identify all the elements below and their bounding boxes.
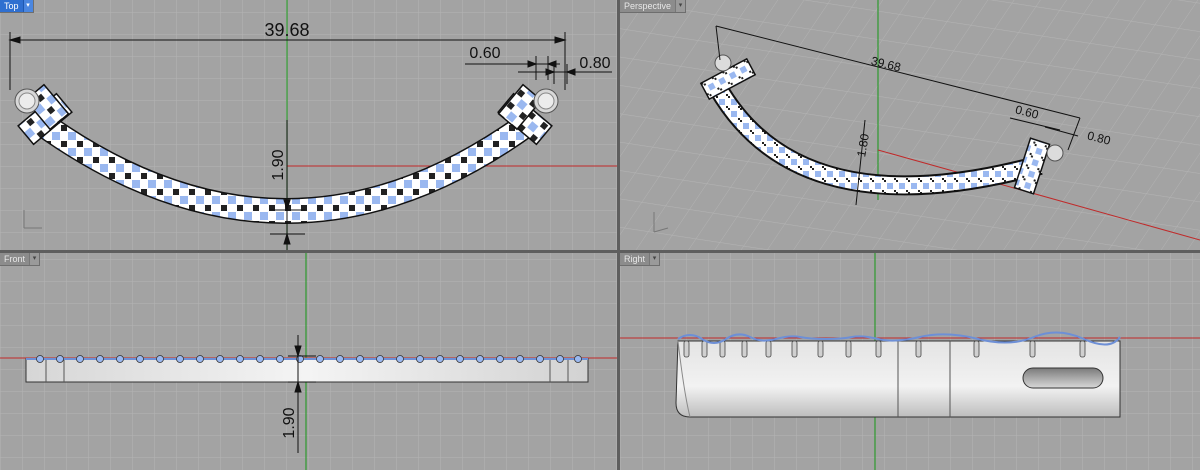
viewport-tab-label: Top [4, 1, 19, 11]
right-view-canvas [620, 253, 1200, 470]
viewport-right[interactable]: Right ▾ [620, 253, 1200, 470]
viewport-top[interactable]: Top ▾ 39.68 0.60 0.80 1.90 [0, 0, 617, 250]
perspective-view-canvas: 39.68 0.60 0.80 1.80 [620, 0, 1200, 250]
viewport-tab-right[interactable]: Right ▾ [620, 253, 661, 266]
dimension-label-height: 1.90 [270, 149, 287, 180]
viewport-tab-front[interactable]: Front ▾ [0, 253, 41, 266]
viewport-front[interactable]: Front ▾ 1.90 [0, 253, 617, 470]
viewport-tab-top[interactable]: Top ▾ [0, 0, 34, 13]
dimension-label-overall: 39.68 [264, 20, 309, 40]
chevron-down-icon[interactable]: ▾ [22, 0, 33, 12]
dimension-label-gap: 0.60 [469, 45, 500, 62]
chevron-down-icon[interactable]: ▾ [29, 253, 40, 265]
viewport-tab-label: Perspective [624, 1, 672, 11]
front-view-canvas: 1.90 [0, 253, 617, 470]
chevron-down-icon[interactable]: ▾ [675, 0, 686, 12]
viewport-tab-perspective[interactable]: Perspective ▾ [620, 0, 687, 13]
dimension-label-height: 1.90 [281, 407, 298, 438]
top-view-canvas: 39.68 0.60 0.80 1.90 [0, 0, 617, 250]
viewport-tab-label: Right [624, 254, 646, 264]
viewport-divider-vertical[interactable] [617, 0, 620, 470]
viewport-tab-label: Front [4, 254, 26, 264]
strip-side-profile [25, 358, 589, 383]
grid [620, 0, 1200, 250]
viewport-perspective[interactable]: Perspective ▾ 39.68 0.60 0.80 1.80 [620, 0, 1200, 250]
chevron-down-icon[interactable]: ▾ [649, 253, 660, 265]
viewport-divider-horizontal[interactable] [0, 250, 1200, 253]
dimension-label-tab: 0.80 [579, 55, 610, 72]
